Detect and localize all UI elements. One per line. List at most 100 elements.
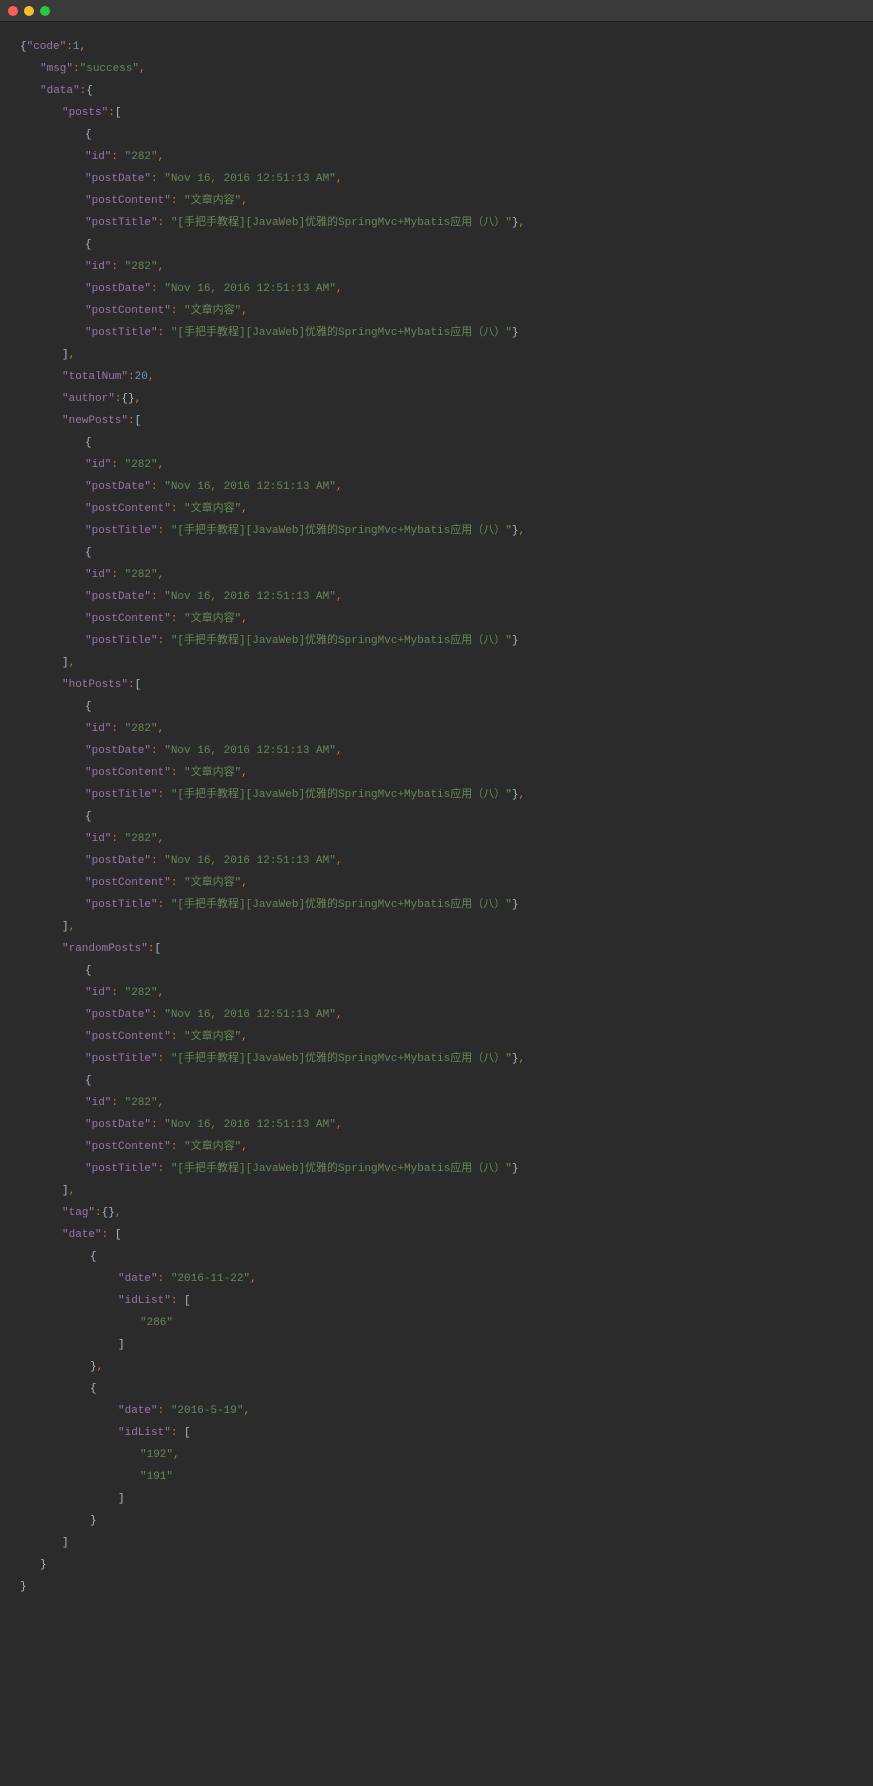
token-str: "Nov 16, 2016 12:51:13 AM" xyxy=(164,1119,336,1131)
code-line[interactable]: "data":{ xyxy=(10,80,863,102)
code-line[interactable]: } xyxy=(10,1510,863,1532)
code-line[interactable]: "postDate": "Nov 16, 2016 12:51:13 AM", xyxy=(10,1004,863,1026)
code-line[interactable]: { xyxy=(10,696,863,718)
token-punc: : xyxy=(128,679,135,691)
code-line[interactable]: "id": "282", xyxy=(10,146,863,168)
code-line[interactable]: ], xyxy=(10,1180,863,1202)
code-line[interactable]: ] xyxy=(10,1532,863,1554)
token-str: "192" xyxy=(140,1449,173,1461)
token-punc: : xyxy=(158,635,171,647)
token-punc: : xyxy=(171,1031,184,1043)
code-line[interactable]: "postTitle": "[手把手教程][JavaWeb]优雅的SpringM… xyxy=(10,322,863,344)
code-line[interactable]: "id": "282", xyxy=(10,256,863,278)
code-line[interactable]: "id": "282", xyxy=(10,564,863,586)
code-line[interactable]: "postTitle": "[手把手教程][JavaWeb]优雅的SpringM… xyxy=(10,630,863,652)
code-line[interactable]: ] xyxy=(10,1334,863,1356)
token-punc: , xyxy=(69,1185,76,1197)
token-key: "postContent" xyxy=(85,1141,171,1153)
code-line[interactable]: "postContent": "文章内容", xyxy=(10,762,863,784)
code-line[interactable]: "idList": [ xyxy=(10,1422,863,1444)
token-key: "postDate" xyxy=(85,481,151,493)
token-punc: : xyxy=(171,613,184,625)
code-line[interactable]: "id": "282", xyxy=(10,982,863,1004)
code-line[interactable]: "postTitle": "[手把手教程][JavaWeb]优雅的SpringM… xyxy=(10,784,863,806)
code-line[interactable]: "idList": [ xyxy=(10,1290,863,1312)
token-punc: , xyxy=(97,1361,104,1373)
code-line[interactable]: }, xyxy=(10,1356,863,1378)
token-key: "newPosts" xyxy=(62,415,128,427)
code-line[interactable]: "postContent": "文章内容", xyxy=(10,300,863,322)
code-line[interactable]: "postTitle": "[手把手教程][JavaWeb]优雅的SpringM… xyxy=(10,520,863,542)
code-line[interactable]: "postDate": "Nov 16, 2016 12:51:13 AM", xyxy=(10,476,863,498)
code-line[interactable]: "postDate": "Nov 16, 2016 12:51:13 AM", xyxy=(10,850,863,872)
maximize-icon[interactable] xyxy=(40,6,50,16)
close-icon[interactable] xyxy=(8,6,18,16)
code-line[interactable]: "id": "282", xyxy=(10,454,863,476)
code-line[interactable]: "id": "282", xyxy=(10,1092,863,1114)
token-brace: { xyxy=(85,547,92,559)
code-line[interactable]: "id": "282", xyxy=(10,718,863,740)
code-line[interactable]: { xyxy=(10,432,863,454)
code-line[interactable]: "tag":{}, xyxy=(10,1202,863,1224)
code-line[interactable]: "posts":[ xyxy=(10,102,863,124)
code-line[interactable]: } xyxy=(10,1576,863,1598)
code-line[interactable]: "postTitle": "[手把手教程][JavaWeb]优雅的SpringM… xyxy=(10,1048,863,1070)
token-punc: : xyxy=(151,173,164,185)
code-line[interactable]: { xyxy=(10,234,863,256)
code-line[interactable]: "postDate": "Nov 16, 2016 12:51:13 AM", xyxy=(10,740,863,762)
code-line[interactable]: ], xyxy=(10,652,863,674)
code-line[interactable]: "postTitle": "[手把手教程][JavaWeb]优雅的SpringM… xyxy=(10,894,863,916)
code-line[interactable]: "192", xyxy=(10,1444,863,1466)
token-brace: [ xyxy=(135,415,142,427)
token-brace: ] xyxy=(62,657,69,669)
code-line[interactable]: ] xyxy=(10,1488,863,1510)
code-line[interactable]: "date": "2016-5-19", xyxy=(10,1400,863,1422)
token-punc: : xyxy=(151,745,164,757)
code-line[interactable]: "postDate": "Nov 16, 2016 12:51:13 AM", xyxy=(10,278,863,300)
code-line[interactable]: { xyxy=(10,806,863,828)
code-line[interactable]: "hotPosts":[ xyxy=(10,674,863,696)
token-brace: } xyxy=(512,899,519,911)
code-line[interactable]: ], xyxy=(10,916,863,938)
code-line[interactable]: "postDate": "Nov 16, 2016 12:51:13 AM", xyxy=(10,168,863,190)
code-line[interactable]: "postTitle": "[手把手教程][JavaWeb]优雅的SpringM… xyxy=(10,1158,863,1180)
code-line[interactable]: { xyxy=(10,960,863,982)
code-line[interactable]: "postContent": "文章内容", xyxy=(10,498,863,520)
token-str: "[手把手教程][JavaWeb]优雅的SpringMvc+Mybatis应用（… xyxy=(171,327,512,339)
code-line[interactable]: "postContent": "文章内容", xyxy=(10,872,863,894)
token-brace: { xyxy=(90,1383,97,1395)
code-line[interactable]: { xyxy=(10,542,863,564)
code-line[interactable]: "postContent": "文章内容", xyxy=(10,1026,863,1048)
code-line[interactable]: "date": [ xyxy=(10,1224,863,1246)
code-line[interactable]: "date": "2016-11-22", xyxy=(10,1268,863,1290)
code-line[interactable]: "randomPosts":[ xyxy=(10,938,863,960)
code-editor[interactable]: {"code":1,"msg":"success","data":{"posts… xyxy=(0,22,873,1608)
token-punc: , xyxy=(250,1273,257,1285)
code-line[interactable]: "286" xyxy=(10,1312,863,1334)
token-key: "date" xyxy=(62,1229,102,1241)
code-line[interactable]: "postContent": "文章内容", xyxy=(10,608,863,630)
code-line[interactable]: "id": "282", xyxy=(10,828,863,850)
code-line[interactable]: "191" xyxy=(10,1466,863,1488)
minimize-icon[interactable] xyxy=(24,6,34,16)
code-line[interactable]: { xyxy=(10,1378,863,1400)
code-line[interactable]: { xyxy=(10,1246,863,1268)
code-line[interactable]: } xyxy=(10,1554,863,1576)
code-line[interactable]: ], xyxy=(10,344,863,366)
token-punc: : xyxy=(158,1273,171,1285)
code-line[interactable]: "postDate": "Nov 16, 2016 12:51:13 AM", xyxy=(10,586,863,608)
token-str: "[手把手教程][JavaWeb]优雅的SpringMvc+Mybatis应用（… xyxy=(171,789,512,801)
code-line[interactable]: { xyxy=(10,124,863,146)
code-line[interactable]: "author":{}, xyxy=(10,388,863,410)
token-str: "Nov 16, 2016 12:51:13 AM" xyxy=(164,173,336,185)
code-line[interactable]: "postContent": "文章内容", xyxy=(10,1136,863,1158)
code-line[interactable]: "msg":"success", xyxy=(10,58,863,80)
code-line[interactable]: "newPosts":[ xyxy=(10,410,863,432)
code-line[interactable]: "totalNum":20, xyxy=(10,366,863,388)
code-line[interactable]: {"code":1, xyxy=(10,36,863,58)
code-line[interactable]: "postTitle": "[手把手教程][JavaWeb]优雅的SpringM… xyxy=(10,212,863,234)
code-line[interactable]: "postDate": "Nov 16, 2016 12:51:13 AM", xyxy=(10,1114,863,1136)
token-punc: : xyxy=(111,987,124,999)
code-line[interactable]: { xyxy=(10,1070,863,1092)
code-line[interactable]: "postContent": "文章内容", xyxy=(10,190,863,212)
